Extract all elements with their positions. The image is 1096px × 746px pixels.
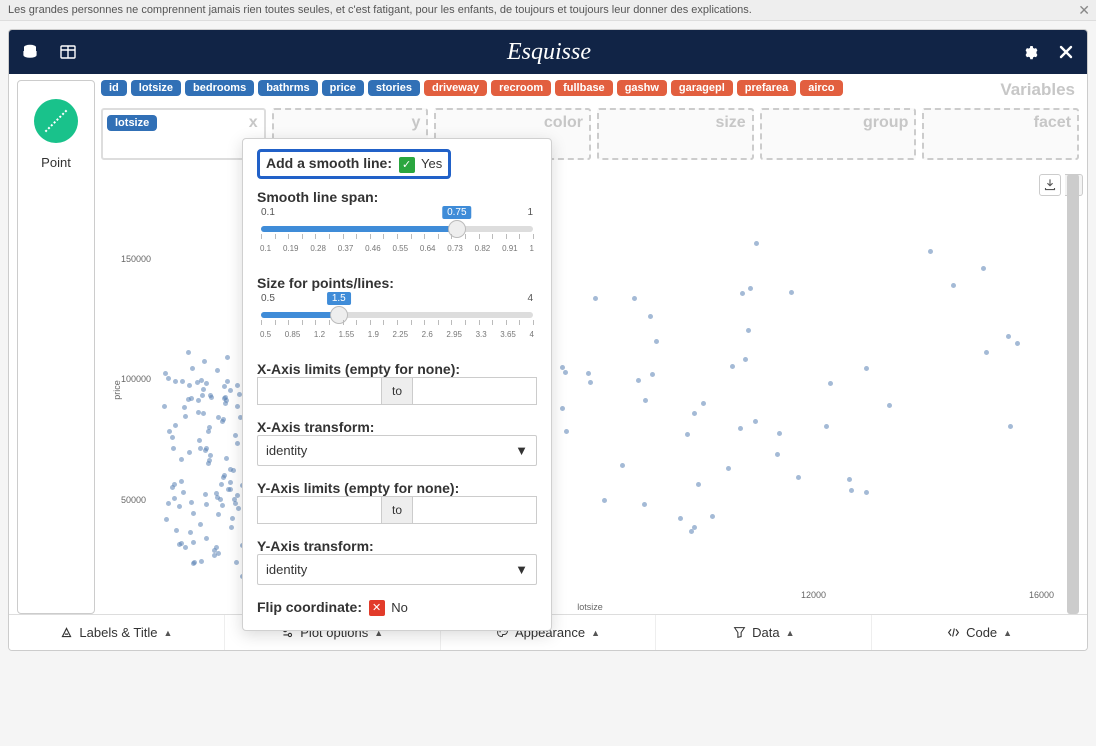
variable-pill-driveway[interactable]: driveway xyxy=(424,80,487,96)
table-icon[interactable] xyxy=(59,43,77,61)
variable-pill-stories[interactable]: stories xyxy=(368,80,420,96)
variables-shelf-label: Variables xyxy=(1000,80,1075,100)
flip-label: Flip coordinate: xyxy=(257,599,362,615)
group-dropzone[interactable]: group xyxy=(760,108,917,160)
ylim-min-input[interactable] xyxy=(257,496,382,524)
plot-options-popup: Add a smooth line: ✓ Yes Smooth line spa… xyxy=(242,138,552,631)
size-slider[interactable]: 0.54 1.5 0.50.851.21.551.92.252.62.953.3… xyxy=(257,291,537,347)
variable-pill-lotsize[interactable]: lotsize xyxy=(131,80,181,96)
ytrans-label: Y-Axis transform: xyxy=(257,538,537,554)
app-frame: Esquisse Point idlotsizebedroomsbathrmsp… xyxy=(8,29,1088,651)
xtrans-label: X-Axis transform: xyxy=(257,419,537,435)
ytrans-select[interactable]: identity▼ xyxy=(257,554,537,585)
notice-banner: Les grandes personnes ne comprennent jam… xyxy=(0,0,1096,21)
variable-pill-recroom[interactable]: recroom xyxy=(491,80,551,96)
variable-pill-bedrooms[interactable]: bedrooms xyxy=(185,80,254,96)
database-icon[interactable] xyxy=(21,43,39,61)
chart-type-selector[interactable]: Point xyxy=(17,80,95,614)
tab-labels-title[interactable]: Labels & Title▲ xyxy=(9,615,225,650)
facet-dropzone[interactable]: facet xyxy=(922,108,1079,160)
notice-close-icon[interactable]: ✕ xyxy=(1078,2,1090,19)
xlim-label: X-Axis limits (empty for none): xyxy=(257,361,537,377)
size-dropzone[interactable]: size xyxy=(597,108,754,160)
close-icon[interactable] xyxy=(1057,43,1075,61)
tab-code[interactable]: Code▲ xyxy=(872,615,1087,650)
variable-pill-bathrms[interactable]: bathrms xyxy=(258,80,317,96)
variable-pill-gashw[interactable]: gashw xyxy=(617,80,667,96)
check-yes-icon: ✓ xyxy=(399,157,415,173)
check-no-icon[interactable]: ✕ xyxy=(369,600,385,616)
ylim-max-input[interactable] xyxy=(412,496,537,524)
ylim-inputs: to xyxy=(257,496,537,524)
span-label: Smooth line span: xyxy=(257,189,537,205)
variable-pill-price[interactable]: price xyxy=(322,80,364,96)
variable-pill-airco[interactable]: airco xyxy=(800,80,842,96)
size-label: Size for points/lines: xyxy=(257,275,537,291)
variables-shelf[interactable]: idlotsizebedroomsbathrms pricestoriesdriv… xyxy=(101,80,1079,100)
span-slider[interactable]: 0.11 0.75 0.10.190.280.370.460.550.640.7… xyxy=(257,205,537,261)
tab-data[interactable]: Data▲ xyxy=(656,615,872,650)
chevron-down-icon: ▼ xyxy=(515,443,528,458)
chevron-down-icon: ▼ xyxy=(515,562,528,577)
chart-type-label: Point xyxy=(22,155,90,170)
notice-text: Les grandes personnes ne comprennent jam… xyxy=(8,4,752,16)
x-pill[interactable]: lotsize xyxy=(107,115,157,131)
ylim-label: Y-Axis limits (empty for none): xyxy=(257,480,537,496)
variable-pill-id[interactable]: id xyxy=(101,80,127,96)
gear-icon[interactable] xyxy=(1021,43,1039,61)
point-chart-icon xyxy=(34,99,78,143)
header-bar: Esquisse xyxy=(9,30,1087,74)
xtrans-select[interactable]: identity▼ xyxy=(257,435,537,466)
variable-pill-garagepl[interactable]: garagepl xyxy=(671,80,733,96)
xlim-inputs: to xyxy=(257,377,537,405)
app-title: Esquisse xyxy=(77,39,1021,66)
variable-pill-prefarea[interactable]: prefarea xyxy=(737,80,796,96)
xlim-min-input[interactable] xyxy=(257,377,382,405)
smooth-line-toggle[interactable]: Add a smooth line: ✓ Yes xyxy=(257,149,451,179)
xlim-max-input[interactable] xyxy=(412,377,537,405)
x-dropzone[interactable]: lotsize x xyxy=(101,108,266,160)
variable-pill-fullbase[interactable]: fullbase xyxy=(555,80,613,96)
